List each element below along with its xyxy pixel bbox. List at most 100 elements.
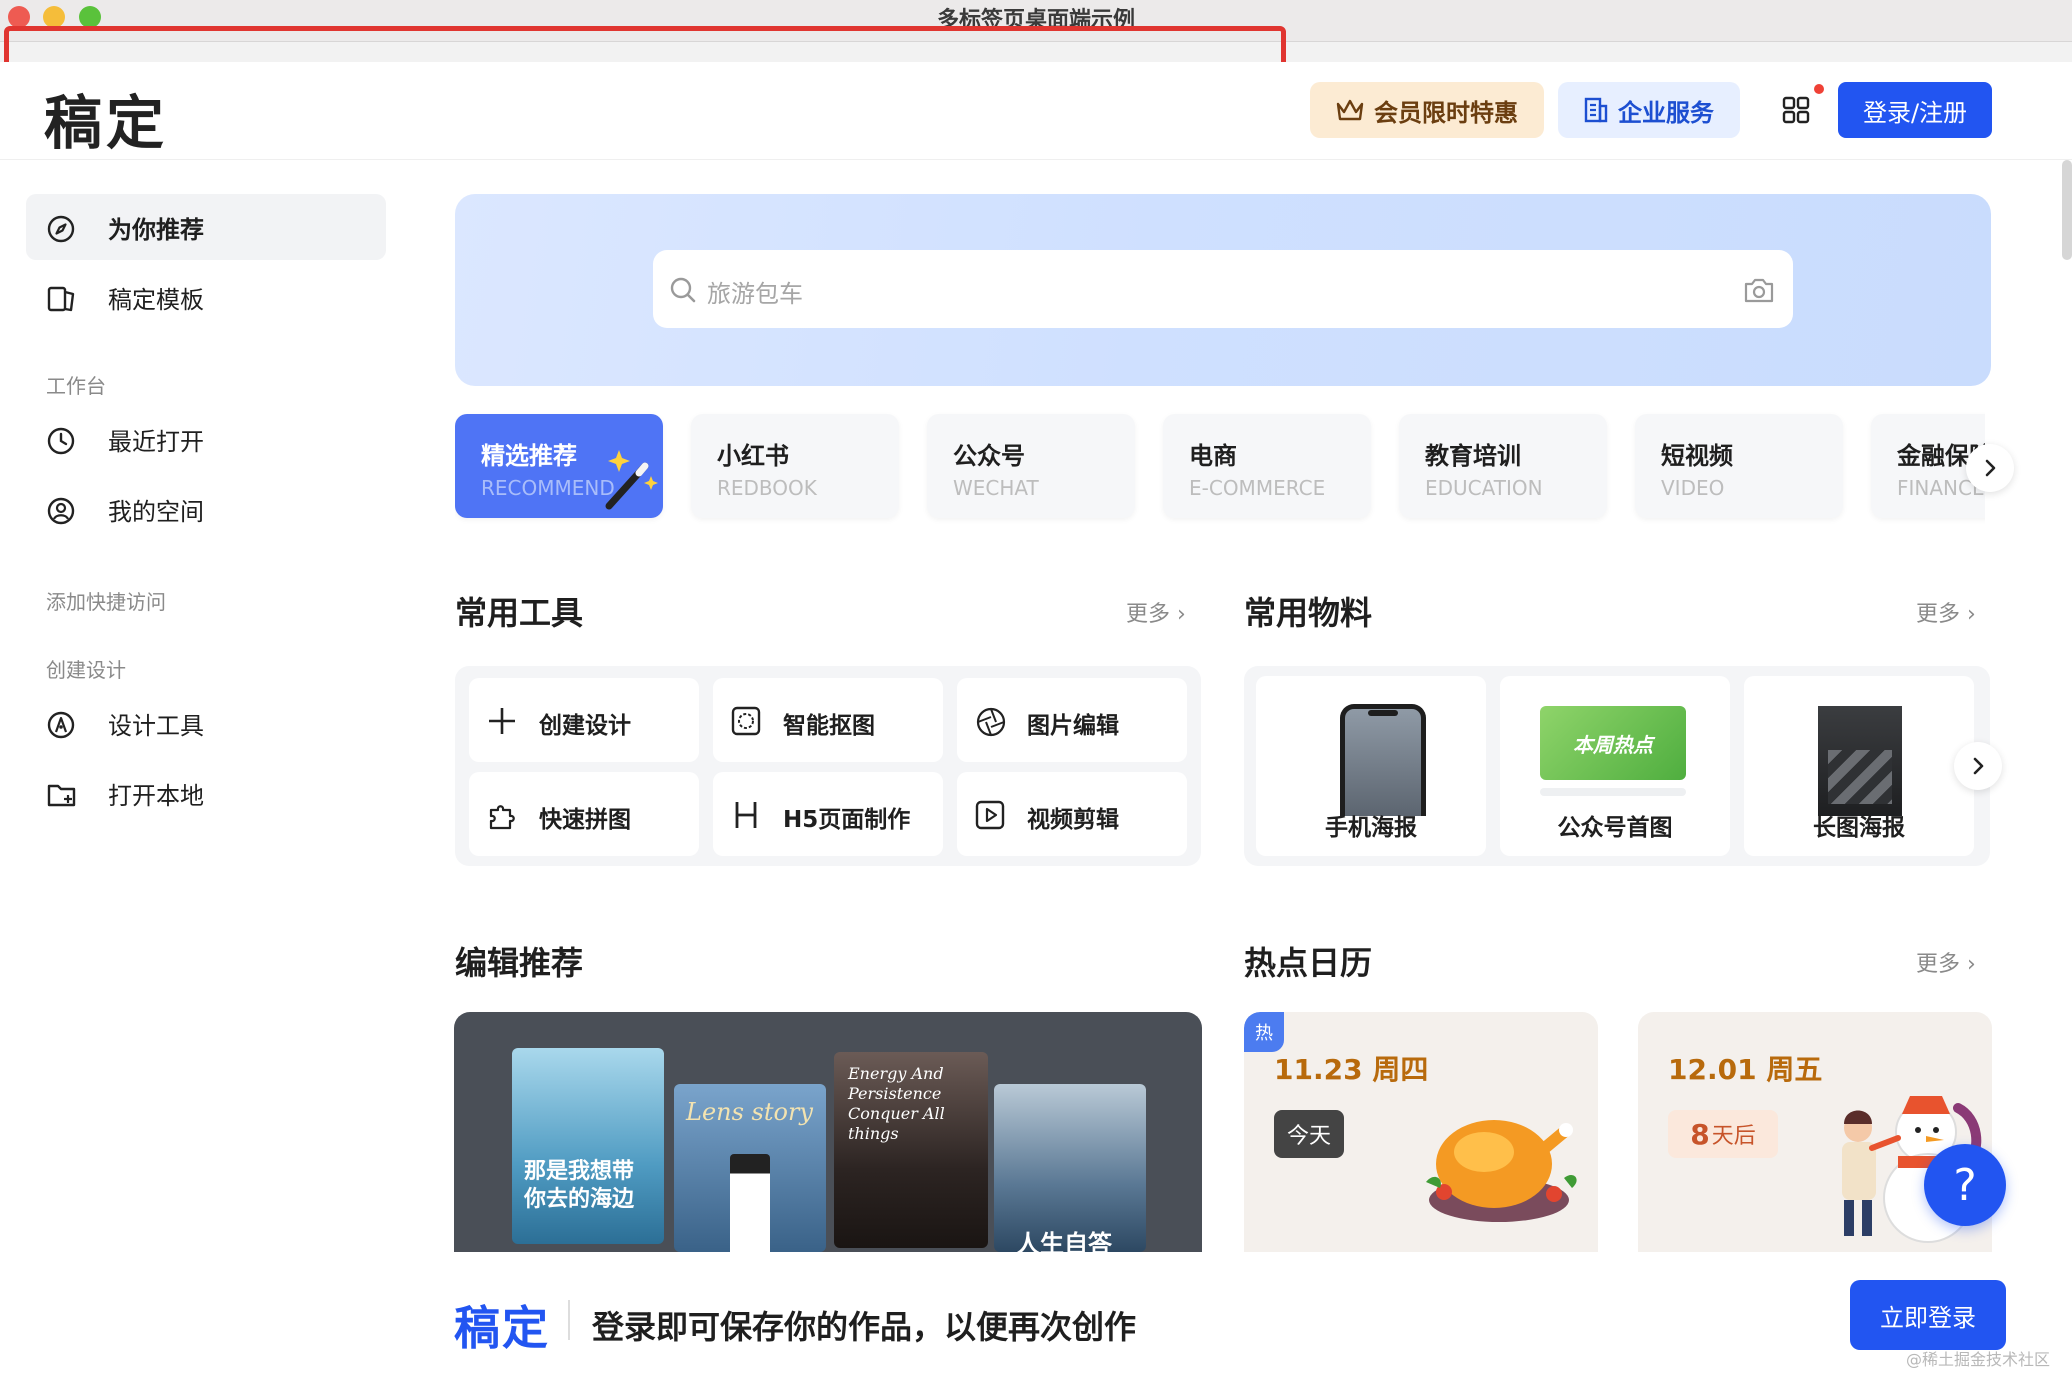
folder-plus-icon <box>47 784 76 807</box>
sidebar-item-open-local[interactable]: 打开本地 <box>26 760 386 826</box>
poster-text: 人生自答 <box>1016 1230 1112 1252</box>
category-title: 公众号 <box>953 442 1025 470</box>
poster-pattern <box>1828 750 1892 804</box>
sidebar: 为你推荐 稿定模板 工作台 最近打开 我的空间 添加快捷访问 创建设计 设计工具 <box>0 160 410 1374</box>
poster-sunset[interactable]: Energy And Persistence Conquer All thing… <box>834 1052 988 1248</box>
materials-more-link[interactable]: 更多 › <box>1916 596 1976 628</box>
category-tab-education[interactable]: 教育培训 EDUCATION <box>1399 414 1607 518</box>
category-tab-video[interactable]: 短视频 VIDEO <box>1635 414 1843 518</box>
sidebar-item-recommend[interactable]: 为你推荐 <box>26 194 386 260</box>
apps-grid-icon[interactable] <box>1782 96 1810 124</box>
page-scrollbar[interactable] <box>2062 160 2072 260</box>
template-icon <box>47 286 75 312</box>
tool-h5-page[interactable]: H5页面制作 <box>713 772 943 856</box>
tool-label: H5页面制作 <box>783 807 911 833</box>
phone-poster-thumbnail <box>1340 704 1426 816</box>
puzzle-icon <box>489 805 515 830</box>
camera-search-icon[interactable] <box>1743 276 1775 304</box>
login-bar-logo: 稿定 <box>454 1301 550 1355</box>
brand-logo[interactable]: 稿定 <box>44 76 168 160</box>
login-register-button[interactable]: 登录/注册 <box>1838 82 1992 138</box>
sidebar-item-my-space[interactable]: 我的空间 <box>26 476 386 542</box>
phone-notch <box>1368 710 1398 716</box>
calendar-more-link[interactable]: 更多 › <box>1916 946 1976 978</box>
vip-offer-label: 会员限时特惠 <box>1374 98 1518 127</box>
tool-video-edit[interactable]: 视频剪辑 <box>957 772 1187 856</box>
crown-icon <box>1336 99 1364 121</box>
poster-lighthouse[interactable]: Lens story <box>674 1084 826 1252</box>
sidebar-item-label: 我的空间 <box>108 497 204 526</box>
category-subtitle: EDUCATION <box>1425 476 1543 500</box>
countdown-suffix: 天后 <box>1711 1124 1756 1149</box>
thumbnail-text: 本周热点 <box>1573 732 1653 757</box>
sidebar-item-templates[interactable]: 稿定模板 <box>26 264 386 330</box>
materials-panel: 手机海报 本周热点 公众号首图 长图海报 <box>1244 666 1990 866</box>
sidebar-item-label: 最近打开 <box>108 427 204 456</box>
category-next-button[interactable] <box>1966 444 2014 492</box>
material-phone-poster[interactable]: 手机海报 <box>1256 676 1486 856</box>
video-play-icon <box>975 800 1005 830</box>
tools-more-link[interactable]: 更多 › <box>1126 596 1186 628</box>
magic-wand-icon <box>605 450 658 510</box>
clock-icon <box>47 427 75 455</box>
sidebar-item-recent[interactable]: 最近打开 <box>26 406 386 472</box>
poster-seaside[interactable]: 那是我想带你去的海边 <box>512 1048 664 1244</box>
more-label: 更多 <box>1916 602 1961 627</box>
login-prompt-bar: 稿定 登录即可保存你的作品，以便再次创作 立即登录 <box>410 1252 2072 1374</box>
tool-label: 视频剪辑 <box>1027 807 1119 833</box>
today-badge: 今天 <box>1274 1110 1344 1158</box>
search-box[interactable]: 旅游包车 <box>653 250 1793 328</box>
login-now-button[interactable]: 立即登录 <box>1850 1280 2006 1350</box>
countdown-badge: 8 天后 <box>1668 1110 1778 1158</box>
plus-icon <box>489 708 515 734</box>
materials-next-button[interactable] <box>1954 742 2002 790</box>
cutout-icon <box>731 706 761 736</box>
hot-badge: 热 <box>1244 1012 1284 1052</box>
thumbnail-line <box>1540 788 1686 796</box>
h5-icon <box>735 802 757 828</box>
tool-label: 快速拼图 <box>539 807 631 833</box>
tool-label: 图片编辑 <box>1027 713 1119 739</box>
sidebar-group-quick-access[interactable]: 添加快捷访问 <box>46 586 166 615</box>
chevron-right-icon <box>1985 459 1996 477</box>
calendar-date: 11.23 周四 <box>1274 1053 1429 1086</box>
section-title-materials: 常用物料 <box>1244 594 1373 632</box>
poster-text: 那是我想带你去的海边 <box>524 1159 635 1212</box>
help-button[interactable]: ? <box>1924 1144 2006 1226</box>
roast-turkey-illustration <box>1426 1120 1577 1222</box>
sidebar-item-label: 稿定模板 <box>108 285 204 314</box>
material-long-poster[interactable]: 长图海报 <box>1744 676 1974 856</box>
category-tab-recommend[interactable]: 精选推荐 RECOMMEND <box>455 414 663 518</box>
sidebar-item-label: 打开本地 <box>108 781 204 810</box>
category-tab-wechat[interactable]: 公众号 WECHAT <box>927 414 1135 518</box>
tool-label: 创建设计 <box>539 713 631 739</box>
enterprise-service-label: 企业服务 <box>1618 98 1714 127</box>
category-subtitle: VIDEO <box>1661 476 1725 500</box>
material-label: 长图海报 <box>1813 815 1905 841</box>
calendar-card-thanksgiving[interactable]: 热 11.23 周四 今天 <box>1244 1012 1598 1252</box>
category-title: 小红书 <box>717 442 789 470</box>
material-label: 公众号首图 <box>1557 815 1673 841</box>
more-label: 更多 <box>1916 952 1961 977</box>
pen-nib-icon <box>47 711 75 739</box>
tool-create-design[interactable]: 创建设计 <box>469 678 699 762</box>
category-tab-ecommerce[interactable]: 电商 E-COMMERCE <box>1163 414 1371 518</box>
sidebar-item-design-tools[interactable]: 设计工具 <box>26 690 386 756</box>
poster-portrait[interactable]: 人生自答 <box>994 1084 1146 1252</box>
countdown-number: 8 <box>1690 1117 1710 1151</box>
section-title-tools: 常用工具 <box>455 594 584 632</box>
category-tab-redbook[interactable]: 小红书 REDBOOK <box>691 414 899 518</box>
section-title-editor: 编辑推荐 <box>455 944 584 982</box>
category-tabs: 精选推荐 RECOMMEND 小红书 REDBOOK 公众号 WECHAT 电商… <box>455 400 1985 530</box>
watermark: @稀土掘金技术社区 <box>1906 1350 2051 1369</box>
enterprise-service-button[interactable]: 企业服务 <box>1558 82 1740 138</box>
tool-smart-cutout[interactable]: 智能抠图 <box>713 678 943 762</box>
compass-icon <box>47 215 75 243</box>
tool-image-edit[interactable]: 图片编辑 <box>957 678 1187 762</box>
tool-quick-collage[interactable]: 快速拼图 <box>469 772 699 856</box>
vip-offer-button[interactable]: 会员限时特惠 <box>1310 82 1544 138</box>
editor-pick-card[interactable]: 那是我想带你去的海边 Lens story Energy And Persist… <box>454 1012 1202 1252</box>
material-wechat-cover[interactable]: 本周热点 公众号首图 <box>1500 676 1730 856</box>
sidebar-group-workspace: 工作台 <box>46 374 106 398</box>
search-input[interactable]: 旅游包车 <box>707 274 803 309</box>
